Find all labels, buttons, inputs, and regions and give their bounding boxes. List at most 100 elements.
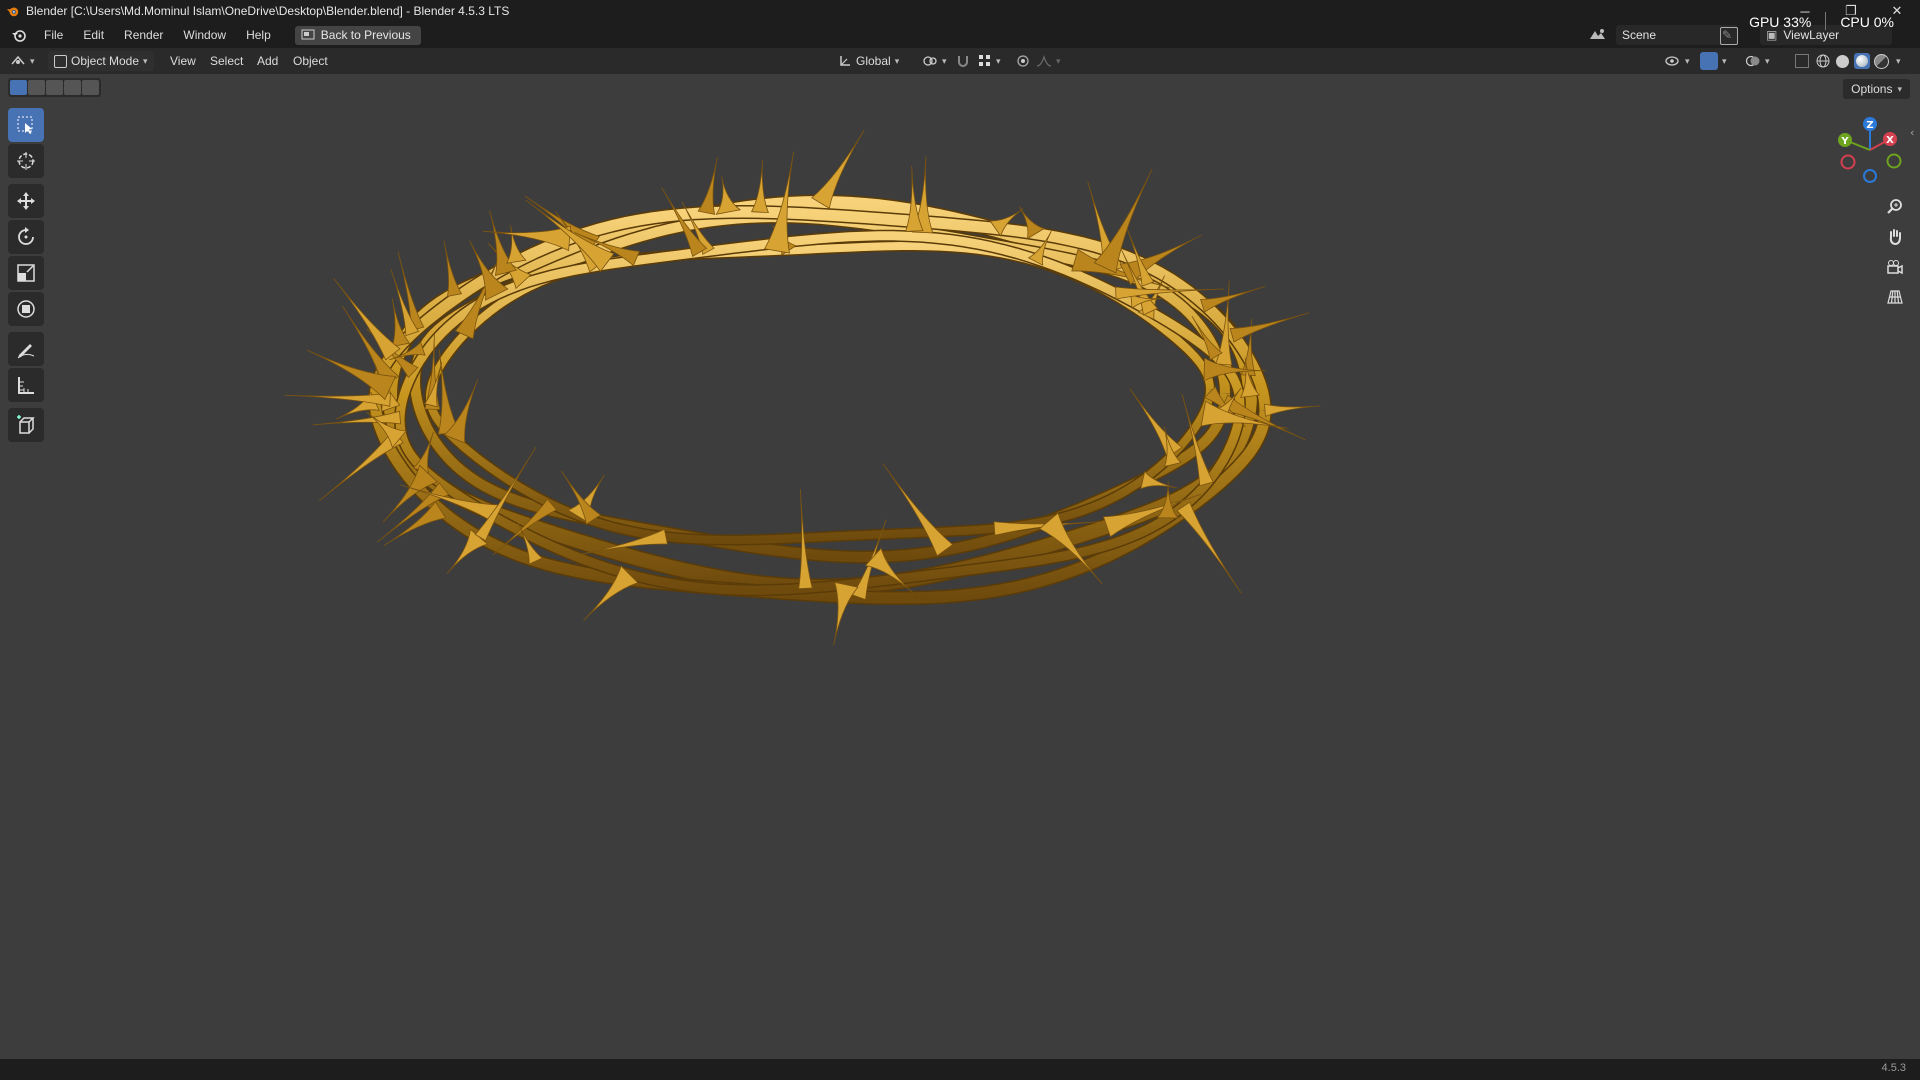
show-gizmo-toggle[interactable]: ▾ [1700,51,1727,71]
tool-annotate[interactable] [8,332,44,366]
crown-thorn [1264,403,1321,417]
add-cube-icon [17,415,35,434]
back-to-previous-label: Back to Previous [320,28,411,42]
rendered-sphere-icon [1874,53,1889,69]
move-icon [17,192,35,210]
window-titlebar: Blender [C:\Users\Md.Mominul Islam\OneDr… [0,0,1920,22]
annotate-pencil-icon [17,344,35,359]
new-scene-icon[interactable] [1720,27,1738,45]
layers-icon: ▣ [1766,28,1778,42]
shading-wireframe-button[interactable] [1816,51,1830,71]
tool-move[interactable] [8,184,44,218]
crown-thorn [882,463,954,557]
mode-label: Object Mode [71,54,140,68]
menu-select[interactable]: Select [210,51,243,71]
screen-icon [301,29,315,40]
shading-rendered-button[interactable] [1874,51,1889,71]
crown-thorn [1229,312,1310,343]
transform-orientation-selector[interactable]: Global ▾ [838,51,899,71]
gizmo-icon [1700,52,1718,70]
menu-view-label: View [170,54,196,68]
tool-rotate[interactable] [8,220,44,254]
sidebar-toggle-icon[interactable]: ‹ [1910,126,1914,139]
window-title: Blender [C:\Users\Md.Mominul Islam\OneDr… [26,4,510,18]
blender-menu-icon[interactable] [10,27,28,43]
menu-help[interactable]: Help [236,28,281,42]
crown-thorn [383,500,447,546]
object-mode-icon [54,54,67,68]
scene-type-icon[interactable] [1588,26,1614,44]
shading-material-button[interactable] [1854,51,1870,71]
rotate-icon [18,227,34,245]
camera-icon [1887,260,1903,275]
menu-file[interactable]: File [34,28,73,42]
chevron-down-icon: ▾ [1896,55,1901,66]
chevron-down-icon: ▾ [942,55,947,66]
chevron-down-icon: ▾ [143,55,148,66]
options-button[interactable]: Options ▾ [1843,79,1910,99]
gizmo-neg-x-axis[interactable] [1840,154,1856,170]
chevron-down-icon: ▾ [1897,83,1902,94]
tool-measure[interactable] [8,368,44,402]
snap-toggle[interactable] [956,51,970,71]
tool-add-cube[interactable] [8,408,44,442]
proportional-falloff-button[interactable]: ▾ [1036,51,1061,71]
crown-thorn [833,581,859,646]
chevron-down-icon: ▾ [1722,55,1727,66]
overlays-icon [1745,55,1760,67]
crown-thorn [1200,286,1266,313]
gizmo-y-label: Y [1840,136,1849,147]
eye-pointer-icon [1665,56,1679,66]
pivot-point-button[interactable]: ▾ [922,51,947,71]
proportional-edit-icon [1017,55,1029,67]
menu-object[interactable]: Object [293,51,328,71]
gizmo-neg-y-axis[interactable] [1886,153,1902,169]
menu-render[interactable]: Render [114,28,173,42]
xray-icon [1795,54,1809,68]
tool-cursor[interactable] [8,144,44,178]
viewport-editor-icon [11,55,25,65]
gpu-usage: GPU 33% [1749,14,1812,30]
zoom-button[interactable] [1880,192,1910,222]
mode-selector[interactable]: Object Mode ▾ [48,51,154,71]
chevron-down-icon: ▾ [1765,55,1770,66]
pivot-icon [923,56,937,66]
camera-view-button[interactable] [1880,252,1910,282]
shading-options-button[interactable]: ▾ [1896,51,1901,71]
crown-thorn [715,176,742,215]
show-overlays-toggle[interactable]: ▾ [1745,51,1770,71]
wireframe-sphere-icon [1816,54,1830,68]
pan-button[interactable] [1880,222,1910,252]
tool-scale[interactable] [8,256,44,290]
orientation-axes-icon [840,56,850,66]
shading-solid-button[interactable] [1836,51,1849,71]
scene-name: Scene [1622,28,1657,42]
blender-logo-icon [6,7,19,17]
back-to-previous-button[interactable]: Back to Previous [294,25,421,45]
tool-transform[interactable] [8,292,44,326]
transform-icon [17,300,35,318]
cursor-icon [17,152,35,170]
navigation-gizmo[interactable]: Z X Y [1832,112,1908,188]
chevron-down-icon: ▾ [894,55,900,66]
crown-of-thorns-object[interactable] [284,129,1321,646]
menu-select-label: Select [210,54,244,68]
snap-target-button[interactable]: ▾ [978,51,1001,71]
visibility-selectability-button[interactable]: ▾ [1665,51,1690,71]
solid-sphere-icon [1836,54,1849,68]
hand-icon [1889,229,1901,246]
menu-add[interactable]: Add [257,51,278,71]
zoom-magnifier-icon [1887,199,1902,214]
view-layer-name: ViewLayer [1783,28,1840,42]
editor-type-button[interactable]: ▾ [10,51,35,71]
menu-window[interactable]: Window [173,28,236,42]
xray-toggle[interactable] [1795,51,1809,71]
menu-edit[interactable]: Edit [73,28,114,42]
magnet-icon [958,56,968,67]
gizmo-neg-z-axis[interactable] [1863,169,1877,183]
menu-view[interactable]: View [170,51,196,71]
perspective-toggle-button[interactable] [1880,282,1910,312]
viewport-3d[interactable] [0,74,1920,1059]
tool-select-box[interactable] [8,108,44,142]
proportional-edit-toggle[interactable] [1016,51,1030,71]
